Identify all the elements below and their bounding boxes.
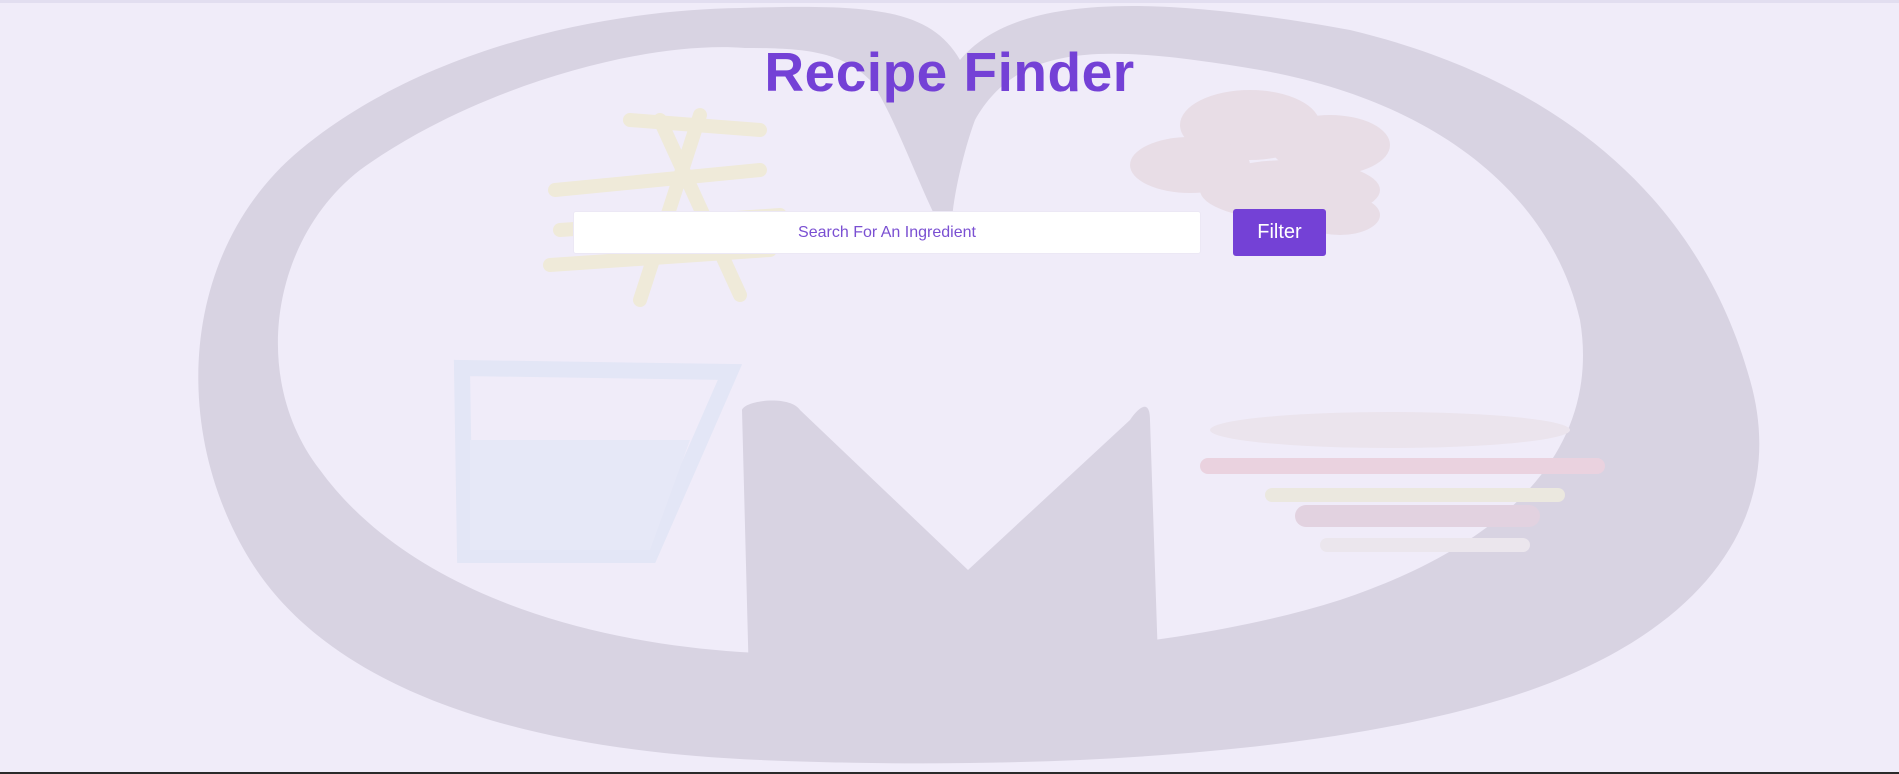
ingredient-search-input[interactable] — [573, 211, 1201, 254]
page-title: Recipe Finder — [764, 41, 1135, 103]
filter-button[interactable]: Filter — [1233, 209, 1326, 256]
recipe-finder-logo-watermark-icon — [198, 5, 1760, 764]
